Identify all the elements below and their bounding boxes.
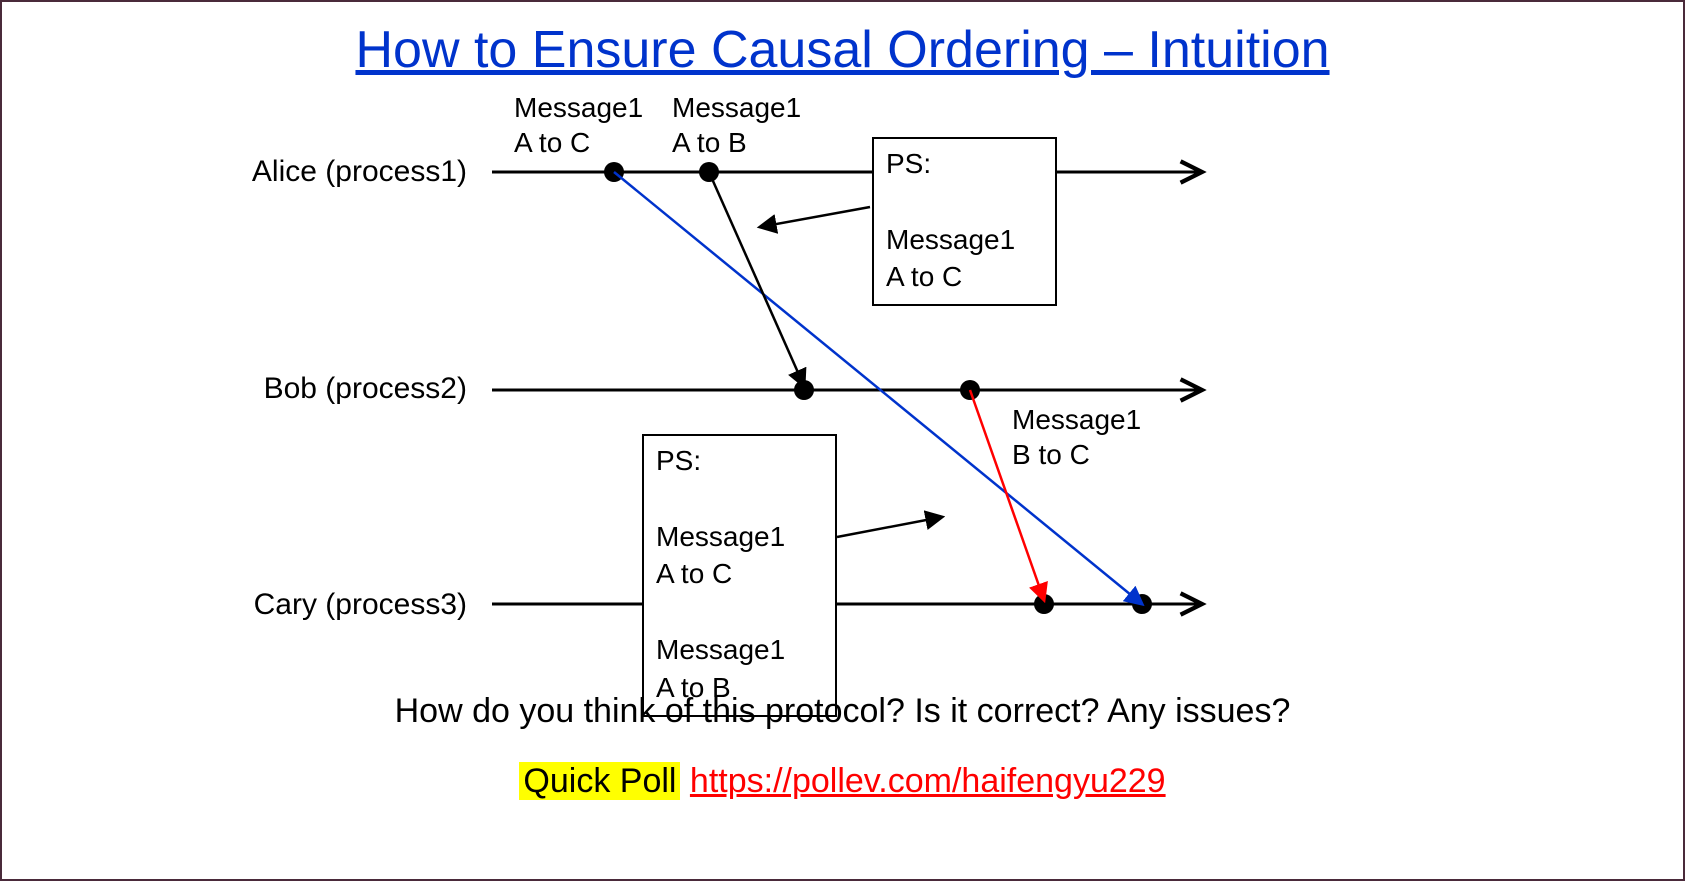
slide: How to Ensure Causal Ordering – Intuitio…	[0, 0, 1685, 881]
question-text: How do you think of this protocol? Is it…	[2, 692, 1683, 731]
label-process-bob: Bob (process2)	[207, 372, 467, 406]
ps-box-bob: PS: Message1 A to C Message1 A to B	[642, 434, 837, 717]
label-process-cary: Cary (process3)	[207, 588, 467, 622]
label-msg1-a-to-c: Message1 A to C	[514, 90, 643, 160]
label-msg1-a-to-b: Message1 A to B	[672, 90, 801, 160]
label-msg1-b-to-c: Message1 B to C	[1012, 402, 1141, 472]
diagram-svg	[2, 2, 1685, 883]
poll-line: Quick Poll https://pollev.com/haifengyu2…	[2, 762, 1683, 801]
poll-label: Quick Poll	[519, 762, 680, 800]
slide-title: How to Ensure Causal Ordering – Intuitio…	[2, 20, 1683, 80]
label-process-alice: Alice (process1)	[207, 155, 467, 189]
poll-link[interactable]: https://pollev.com/haifengyu229	[690, 762, 1166, 800]
ps-box-alice: PS: Message1 A to C	[872, 137, 1057, 306]
